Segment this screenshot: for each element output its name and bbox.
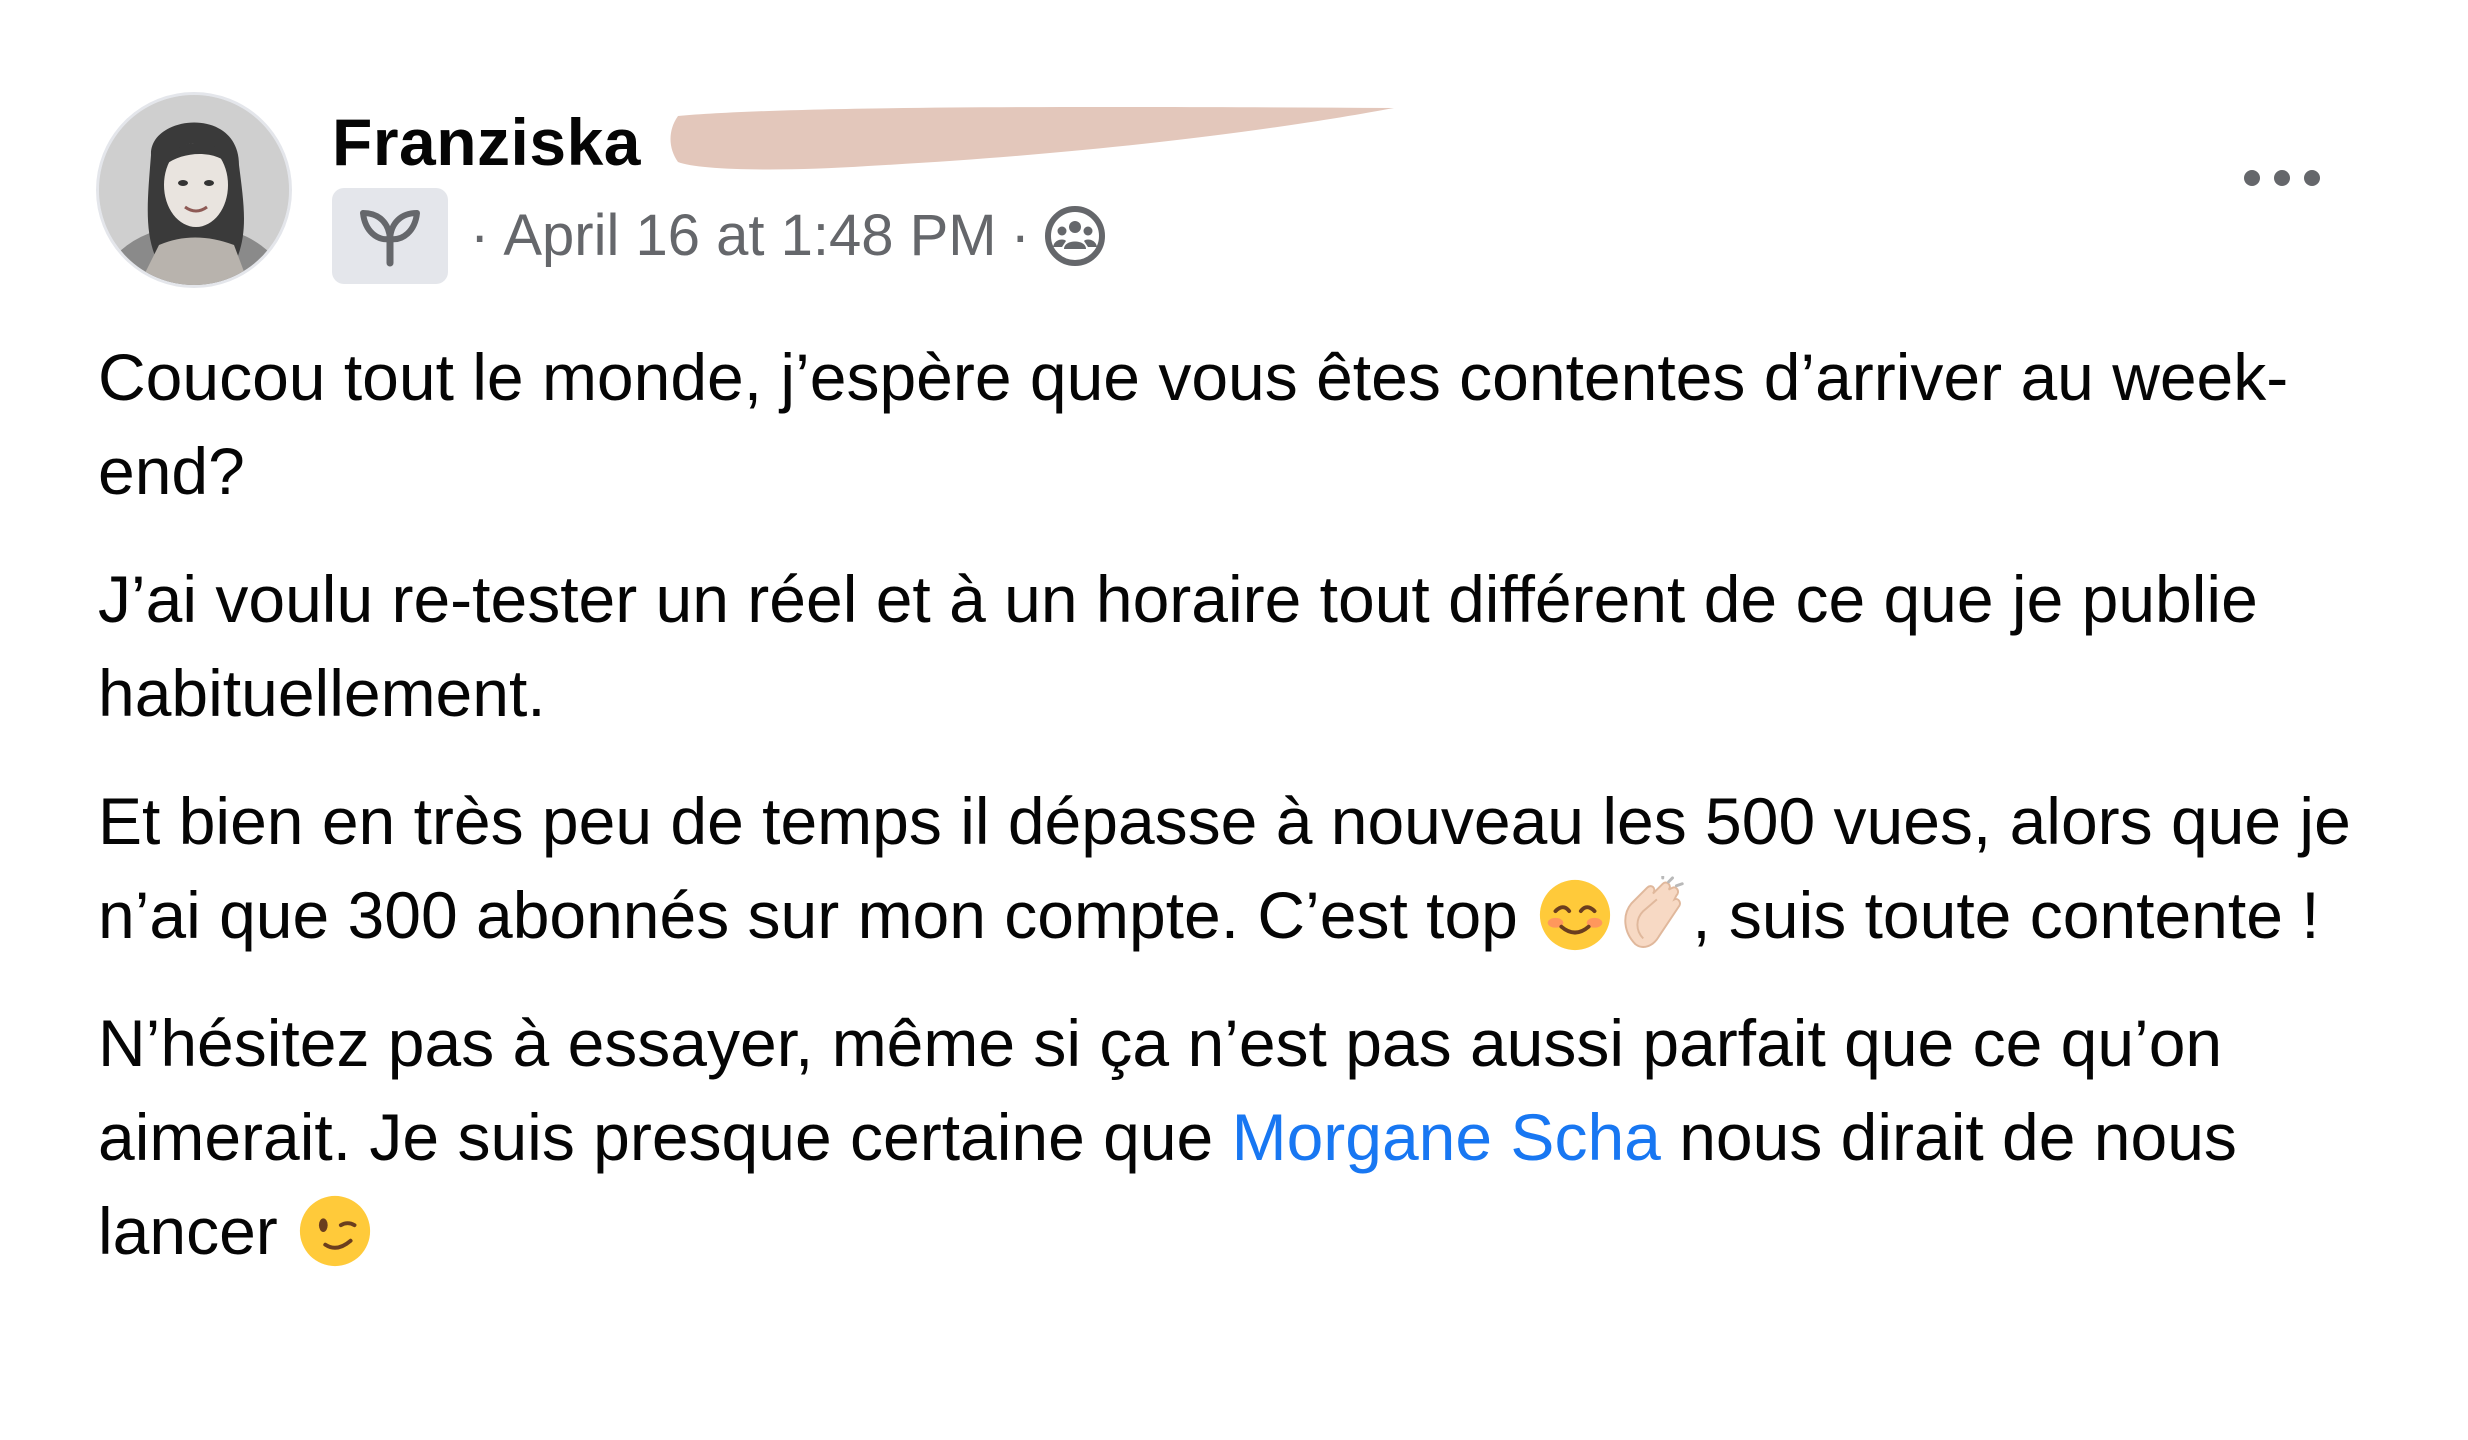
post-paragraph: N’hésitez pas à essayer, même si ça n’es… — [98, 996, 2418, 1278]
facebook-post: Franziska · April 16 at 1:48 PM · Coucou… — [0, 0, 2468, 1440]
avatar-photo — [99, 95, 289, 285]
winking-face-emoji-icon — [300, 1195, 371, 1267]
seedling-icon[interactable] — [332, 188, 448, 284]
smiling-face-emoji-icon — [1540, 879, 1611, 951]
post-body: Coucou tout le monde, j’espère que vous … — [98, 330, 2418, 1312]
author-name[interactable]: Franziska — [332, 102, 641, 182]
post-meta: · April 16 at 1:48 PM · — [332, 186, 1108, 286]
paragraph-text: , suis toute contente ! — [1692, 878, 2320, 952]
author-avatar[interactable] — [96, 92, 292, 288]
paragraph-text: J’ai voulu re-tester un réel et à un hor… — [98, 562, 2258, 730]
post-timestamp[interactable]: April 16 at 1:48 PM — [503, 196, 996, 276]
redaction-mark — [670, 106, 1394, 170]
post-paragraph: J’ai voulu re-tester un réel et à un hor… — [98, 552, 2418, 740]
group-audience-icon[interactable] — [1044, 204, 1108, 268]
post-paragraph: Et bien en très peu de temps il dépasse … — [98, 774, 2418, 962]
mention-link[interactable]: Morgane Scha — [1232, 1100, 1661, 1174]
more-options-icon[interactable] — [2232, 150, 2332, 206]
paragraph-text: Coucou tout le monde, j’espère que vous … — [98, 340, 2289, 508]
meta-separator: · — [1010, 203, 1030, 268]
post-paragraph: Coucou tout le monde, j’espère que vous … — [98, 330, 2418, 518]
meta-separator: · — [470, 203, 490, 268]
clapping-hands-emoji-icon — [1624, 876, 1684, 948]
